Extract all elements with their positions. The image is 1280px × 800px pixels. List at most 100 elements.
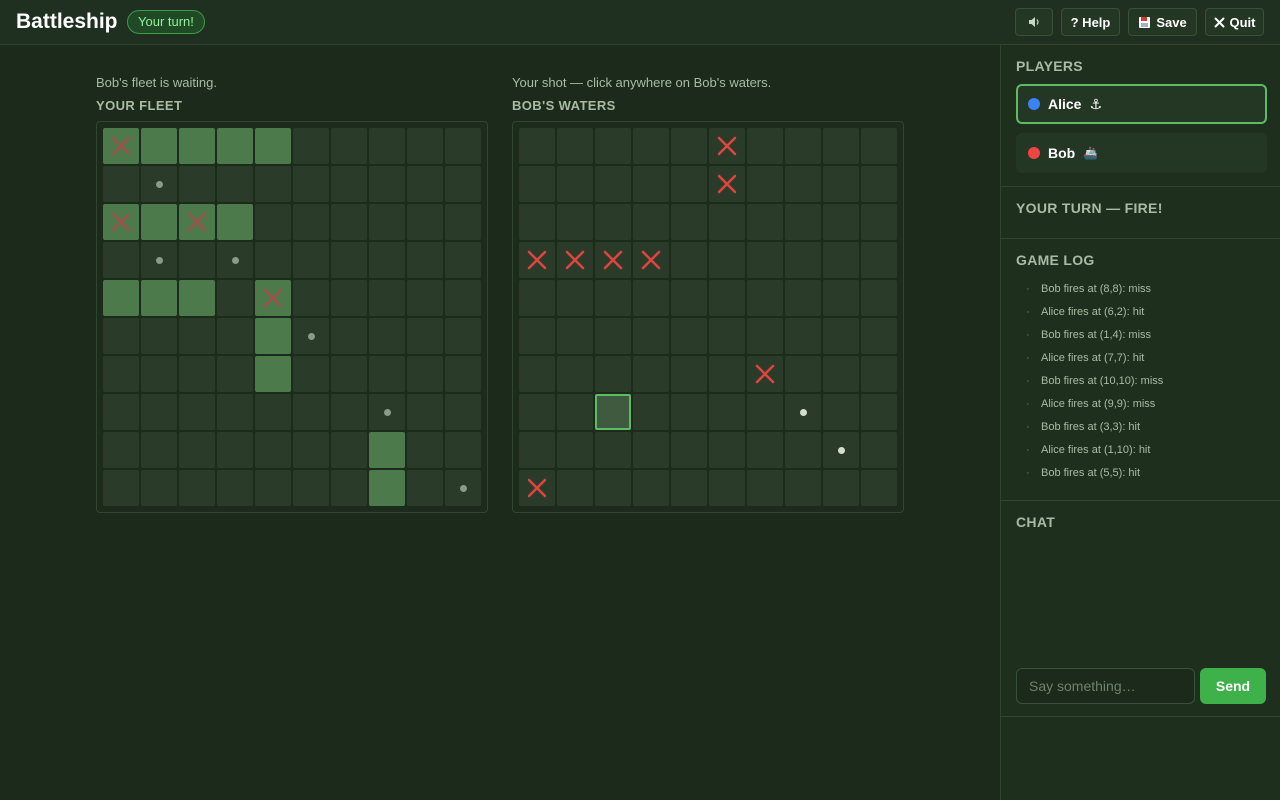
target-cell[interactable]: [861, 394, 897, 430]
chat-input[interactable]: [1016, 668, 1195, 704]
target-cell[interactable]: [785, 128, 821, 164]
target-cell[interactable]: [633, 432, 669, 468]
target-cell[interactable]: [557, 394, 593, 430]
target-cell[interactable]: [785, 356, 821, 392]
target-cell[interactable]: [595, 204, 631, 240]
target-cell[interactable]: [595, 470, 631, 506]
target-cell[interactable]: [633, 166, 669, 202]
target-cell[interactable]: [709, 242, 745, 278]
target-cell[interactable]: [747, 356, 783, 392]
target-cell[interactable]: [861, 166, 897, 202]
target-cell[interactable]: [519, 432, 555, 468]
target-cell[interactable]: [633, 242, 669, 278]
target-cell[interactable]: [671, 356, 707, 392]
target-cell[interactable]: [709, 470, 745, 506]
target-cell[interactable]: [519, 470, 555, 506]
target-cell[interactable]: [861, 318, 897, 354]
target-cell[interactable]: [557, 128, 593, 164]
target-cell[interactable]: [671, 204, 707, 240]
target-cell[interactable]: [823, 470, 859, 506]
target-cell[interactable]: [671, 432, 707, 468]
target-cell[interactable]: [709, 394, 745, 430]
target-cell[interactable]: [823, 204, 859, 240]
target-cell[interactable]: [747, 470, 783, 506]
target-cell[interactable]: [747, 280, 783, 316]
target-cell[interactable]: [671, 166, 707, 202]
target-cell[interactable]: [633, 280, 669, 316]
target-cell[interactable]: [747, 432, 783, 468]
target-cell[interactable]: [519, 128, 555, 164]
target-cell[interactable]: [709, 166, 745, 202]
target-cell[interactable]: [861, 280, 897, 316]
target-cell[interactable]: [671, 128, 707, 164]
player-bob[interactable]: Bob 🚢: [1016, 133, 1267, 173]
target-cell[interactable]: [633, 128, 669, 164]
target-cell[interactable]: [747, 394, 783, 430]
quit-button[interactable]: Quit: [1205, 8, 1264, 36]
target-cell[interactable]: [519, 394, 555, 430]
target-cell[interactable]: [823, 318, 859, 354]
target-cell[interactable]: [519, 318, 555, 354]
target-cell[interactable]: [709, 318, 745, 354]
save-button[interactable]: Save: [1128, 8, 1197, 36]
target-cell[interactable]: [709, 280, 745, 316]
target-cell[interactable]: [557, 204, 593, 240]
target-cell[interactable]: [633, 318, 669, 354]
target-cell[interactable]: [595, 166, 631, 202]
target-cell[interactable]: [671, 394, 707, 430]
target-cell[interactable]: [823, 432, 859, 468]
target-cell[interactable]: [785, 242, 821, 278]
target-cell[interactable]: [785, 166, 821, 202]
target-cell[interactable]: [633, 394, 669, 430]
target-cell[interactable]: [633, 470, 669, 506]
target-cell[interactable]: [823, 242, 859, 278]
target-cell[interactable]: [557, 356, 593, 392]
target-cell[interactable]: [595, 432, 631, 468]
target-cell[interactable]: [595, 356, 631, 392]
target-cell[interactable]: [671, 242, 707, 278]
target-cell[interactable]: [709, 356, 745, 392]
target-cell[interactable]: [861, 128, 897, 164]
target-cell[interactable]: [785, 280, 821, 316]
target-cell[interactable]: [519, 166, 555, 202]
target-cell[interactable]: [671, 318, 707, 354]
target-cell[interactable]: [785, 318, 821, 354]
target-cell[interactable]: [519, 280, 555, 316]
target-cell[interactable]: [557, 318, 593, 354]
target-cell[interactable]: [785, 470, 821, 506]
target-cell[interactable]: [861, 242, 897, 278]
target-cell[interactable]: [785, 204, 821, 240]
target-cell[interactable]: [709, 204, 745, 240]
target-cell-selected[interactable]: [595, 394, 631, 430]
target-cell[interactable]: [747, 166, 783, 202]
target-cell[interactable]: [785, 432, 821, 468]
target-cell[interactable]: [557, 242, 593, 278]
help-button[interactable]: ? Help: [1061, 8, 1120, 36]
target-cell[interactable]: [861, 204, 897, 240]
target-cell[interactable]: [709, 128, 745, 164]
target-cell[interactable]: [519, 204, 555, 240]
target-cell[interactable]: [671, 470, 707, 506]
target-cell[interactable]: [747, 242, 783, 278]
target-cell[interactable]: [861, 432, 897, 468]
sound-button[interactable]: [1015, 8, 1053, 36]
target-cell[interactable]: [557, 280, 593, 316]
target-cell[interactable]: [595, 128, 631, 164]
target-cell[interactable]: [823, 280, 859, 316]
target-cell[interactable]: [823, 356, 859, 392]
target-cell[interactable]: [595, 318, 631, 354]
target-cell[interactable]: [747, 128, 783, 164]
target-cell[interactable]: [861, 356, 897, 392]
target-cell[interactable]: [633, 356, 669, 392]
send-button[interactable]: Send: [1200, 668, 1266, 704]
target-cell[interactable]: [709, 432, 745, 468]
target-cell[interactable]: [595, 242, 631, 278]
target-cell[interactable]: [519, 242, 555, 278]
target-cell[interactable]: [595, 280, 631, 316]
target-cell[interactable]: [785, 394, 821, 430]
target-cell[interactable]: [747, 318, 783, 354]
target-cell[interactable]: [519, 356, 555, 392]
target-cell[interactable]: [823, 394, 859, 430]
target-cell[interactable]: [861, 470, 897, 506]
player-alice[interactable]: Alice ⚓: [1016, 84, 1267, 124]
